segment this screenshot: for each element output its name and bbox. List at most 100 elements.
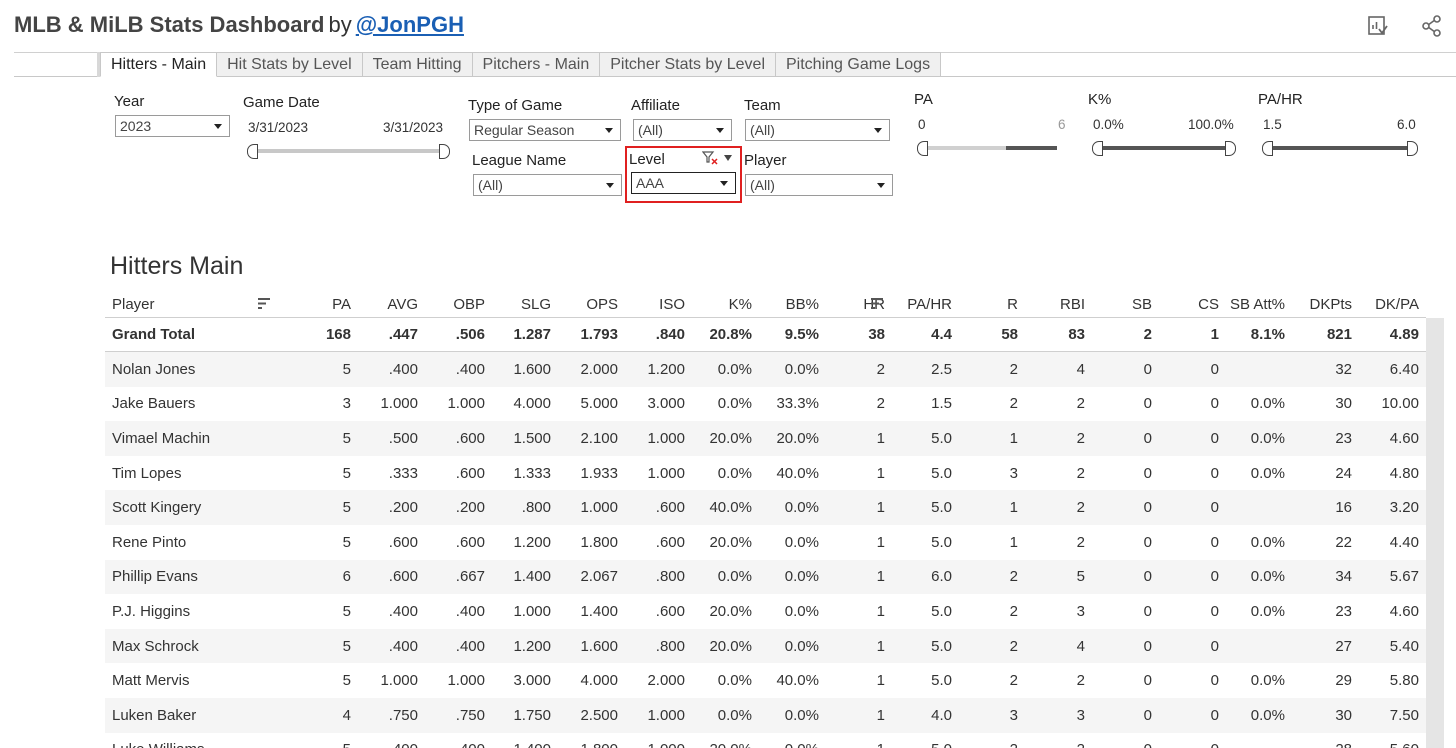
type-of-game-select[interactable]: Regular Season xyxy=(469,119,621,141)
column-header-avg[interactable]: AVG xyxy=(387,292,418,317)
table-row[interactable]: Phillip Evans 6 .600 .667 1.400 2.067 .800 0.0%… xyxy=(105,559,1426,595)
player-name-cell: Matt Mervis xyxy=(112,672,190,690)
level-menu-caret-icon[interactable] xyxy=(724,155,732,161)
tab-pitcher-stats-by-level[interactable]: Pitcher Stats by Level xyxy=(600,52,776,77)
column-header-obp[interactable]: OBP xyxy=(453,292,485,317)
stat-cell-obp: .400 xyxy=(455,637,485,655)
column-header-sb-att-[interactable]: SB Att% xyxy=(1230,292,1285,317)
tab-team-hitting[interactable]: Team Hitting xyxy=(362,52,473,77)
column-header-iso[interactable]: ISO xyxy=(659,292,685,317)
table-row[interactable]: Max Schrock 5.400.400 1.200 1.600.800 20.0% 0… xyxy=(105,628,1426,664)
column-header-sb[interactable]: SB xyxy=(1132,292,1152,317)
pa-slider-min-handle[interactable] xyxy=(917,141,928,156)
stat-cell-slg: 1.200 xyxy=(513,533,551,551)
table-row[interactable]: Jake Bauers 3 1.000 1.000 4.000 5.000 3.000 0.0… xyxy=(105,387,1426,422)
game-date-slider-start-handle[interactable] xyxy=(247,144,258,159)
table-scrollbar[interactable] xyxy=(1426,318,1444,748)
k-pct-slider-min-handle[interactable] xyxy=(1092,141,1103,156)
type-of-game-value: Regular Season xyxy=(474,122,575,138)
stat-cell-dkpts: 34 xyxy=(1335,568,1352,586)
table-row[interactable]: Scott Kingery 5 .200 .200 .800 1.000 .600 40.0%… xyxy=(105,490,1426,525)
author-link[interactable]: @JonPGH xyxy=(356,12,464,37)
tab-hit-stats-by-level[interactable]: Hit Stats by Level xyxy=(217,52,363,77)
table-row[interactable]: Vimael Machin 5.500.600 1.500 2.100 1.000 20.… xyxy=(105,421,1426,456)
year-select[interactable]: 2023 xyxy=(115,115,230,137)
column-header-dk-pa[interactable]: DK/PA xyxy=(1375,292,1419,317)
stat-cell-sb-att-: 0.0% xyxy=(1250,568,1285,586)
stat-cell-cs: 1 xyxy=(1210,326,1219,343)
tab-hitters-main[interactable]: Hitters - Main xyxy=(100,52,218,77)
table-row[interactable]: P.J. Higgins 5.400.400 1.000 1.400.600 20.0%… xyxy=(105,594,1426,629)
stat-cell-sb-att-: 0.0% xyxy=(1250,464,1285,482)
pa-label: PA xyxy=(914,91,933,108)
team-label: Team xyxy=(744,97,781,114)
download-icon[interactable] xyxy=(1366,14,1390,38)
column-header-rbi[interactable]: RBI xyxy=(1060,292,1085,317)
sort-descending-icon[interactable] xyxy=(870,297,884,315)
column-header-player[interactable]: Player xyxy=(112,292,155,317)
column-header-ops[interactable]: OPS xyxy=(586,292,618,317)
column-header-bb-[interactable]: BB% xyxy=(786,292,819,317)
column-header-dkpts[interactable]: DKPts xyxy=(1309,292,1352,317)
player-name-cell: Vimael Machin xyxy=(112,429,211,447)
stat-cell-dk-pa: 3.20 xyxy=(1389,499,1419,517)
stat-cell-dk-pa: 10.00 xyxy=(1381,395,1419,413)
game-date-slider-end-handle[interactable] xyxy=(439,144,450,159)
stat-cell-ops: 1.800 xyxy=(580,533,618,551)
stat-cell-dk-pa: 4.60 xyxy=(1389,602,1419,620)
k-pct-slider-fill xyxy=(1098,146,1230,150)
chevron-down-icon xyxy=(214,124,222,129)
chevron-down-icon xyxy=(877,183,885,188)
player-name-cell: Tim Lopes xyxy=(112,464,182,482)
column-header-r[interactable]: R xyxy=(1007,292,1018,317)
table-row[interactable]: Matt Mervis 5 1.000 1.000 3.000 4.000 2.000 0.0… xyxy=(105,663,1426,698)
pa-hr-slider-min-handle[interactable] xyxy=(1262,141,1273,156)
table-row[interactable]: Tim Lopes 5 .333 .600 1.333 1.933 1.000 0.0% 40.… xyxy=(105,456,1426,491)
stat-cell-r: 58 xyxy=(1001,326,1018,343)
share-icon[interactable] xyxy=(1420,14,1444,38)
column-header-k-[interactable]: K% xyxy=(729,292,752,317)
pa-min: 0 xyxy=(918,117,926,132)
stat-cell-r: 3 xyxy=(1009,464,1018,482)
column-header-cs[interactable]: CS xyxy=(1198,292,1219,317)
player-name-cell: Luken Baker xyxy=(112,706,197,724)
column-header-pa[interactable]: PA xyxy=(332,292,351,317)
stat-cell-cs: 0 xyxy=(1210,637,1219,655)
table-row[interactable]: Rene Pinto 5.600.600 1.200 1.800.600 20.0% 0.… xyxy=(105,525,1426,560)
stat-cell-slg: 1.400 xyxy=(513,568,551,586)
k-pct-slider-max-handle[interactable] xyxy=(1225,141,1236,156)
stat-cell-pa: 5 xyxy=(342,499,351,517)
tab-pitchers-main[interactable]: Pitchers - Main xyxy=(472,52,601,77)
player-select[interactable]: (All) xyxy=(745,174,893,196)
stat-cell-rbi: 2 xyxy=(1076,464,1085,482)
affiliate-select[interactable]: (All) xyxy=(633,119,732,141)
stat-cell-r: 2 xyxy=(1009,602,1018,620)
league-name-select[interactable]: (All) xyxy=(473,174,622,196)
stat-cell-obp: .600 xyxy=(455,464,485,482)
column-header-slg[interactable]: SLG xyxy=(521,292,551,317)
stat-cell-dkpts: 24 xyxy=(1335,464,1352,482)
stat-cell-rbi: 3 xyxy=(1076,706,1085,724)
tab-list: Hitters - Main Hit Stats by Level Team H… xyxy=(100,52,942,77)
team-select[interactable]: (All) xyxy=(745,119,890,141)
tab-pitching-game-logs[interactable]: Pitching Game Logs xyxy=(776,52,942,77)
pa-hr-slider-max-handle[interactable] xyxy=(1407,141,1418,156)
pa-hr-min: 1.5 xyxy=(1263,117,1282,132)
table-row[interactable]: Luken Baker 4 .750 .750 1.750 2.500 1.000 0.0% 0… xyxy=(105,697,1426,733)
clear-filter-icon[interactable] xyxy=(701,150,718,166)
level-select[interactable]: AAA xyxy=(631,172,736,194)
table-row[interactable]: Nolan Jones 5 .400 .400 1.600 2.000 1.200 0.0% 0… xyxy=(105,352,1426,387)
type-of-game-label: Type of Game xyxy=(468,97,563,114)
stat-cell-avg: 1.000 xyxy=(380,395,418,413)
stat-cell-hr: 2 xyxy=(876,395,885,413)
table-row[interactable]: Luke Williams5.400.4001.4001.8001.00020.… xyxy=(105,733,1426,748)
column-header-pa-hr[interactable]: PA/HR xyxy=(907,292,952,317)
sort-descending-icon[interactable] xyxy=(257,297,271,315)
stat-cell-ops: 1.793 xyxy=(580,326,618,343)
stat-cell-dkpts: 30 xyxy=(1335,706,1352,724)
stat-cell-k-: 0.0% xyxy=(717,464,752,482)
game-date-slider-track[interactable] xyxy=(253,149,445,153)
stat-cell-cs: 0 xyxy=(1210,395,1219,413)
stat-cell-ops: 2.500 xyxy=(580,706,618,724)
affiliate-label: Affiliate xyxy=(631,97,680,114)
